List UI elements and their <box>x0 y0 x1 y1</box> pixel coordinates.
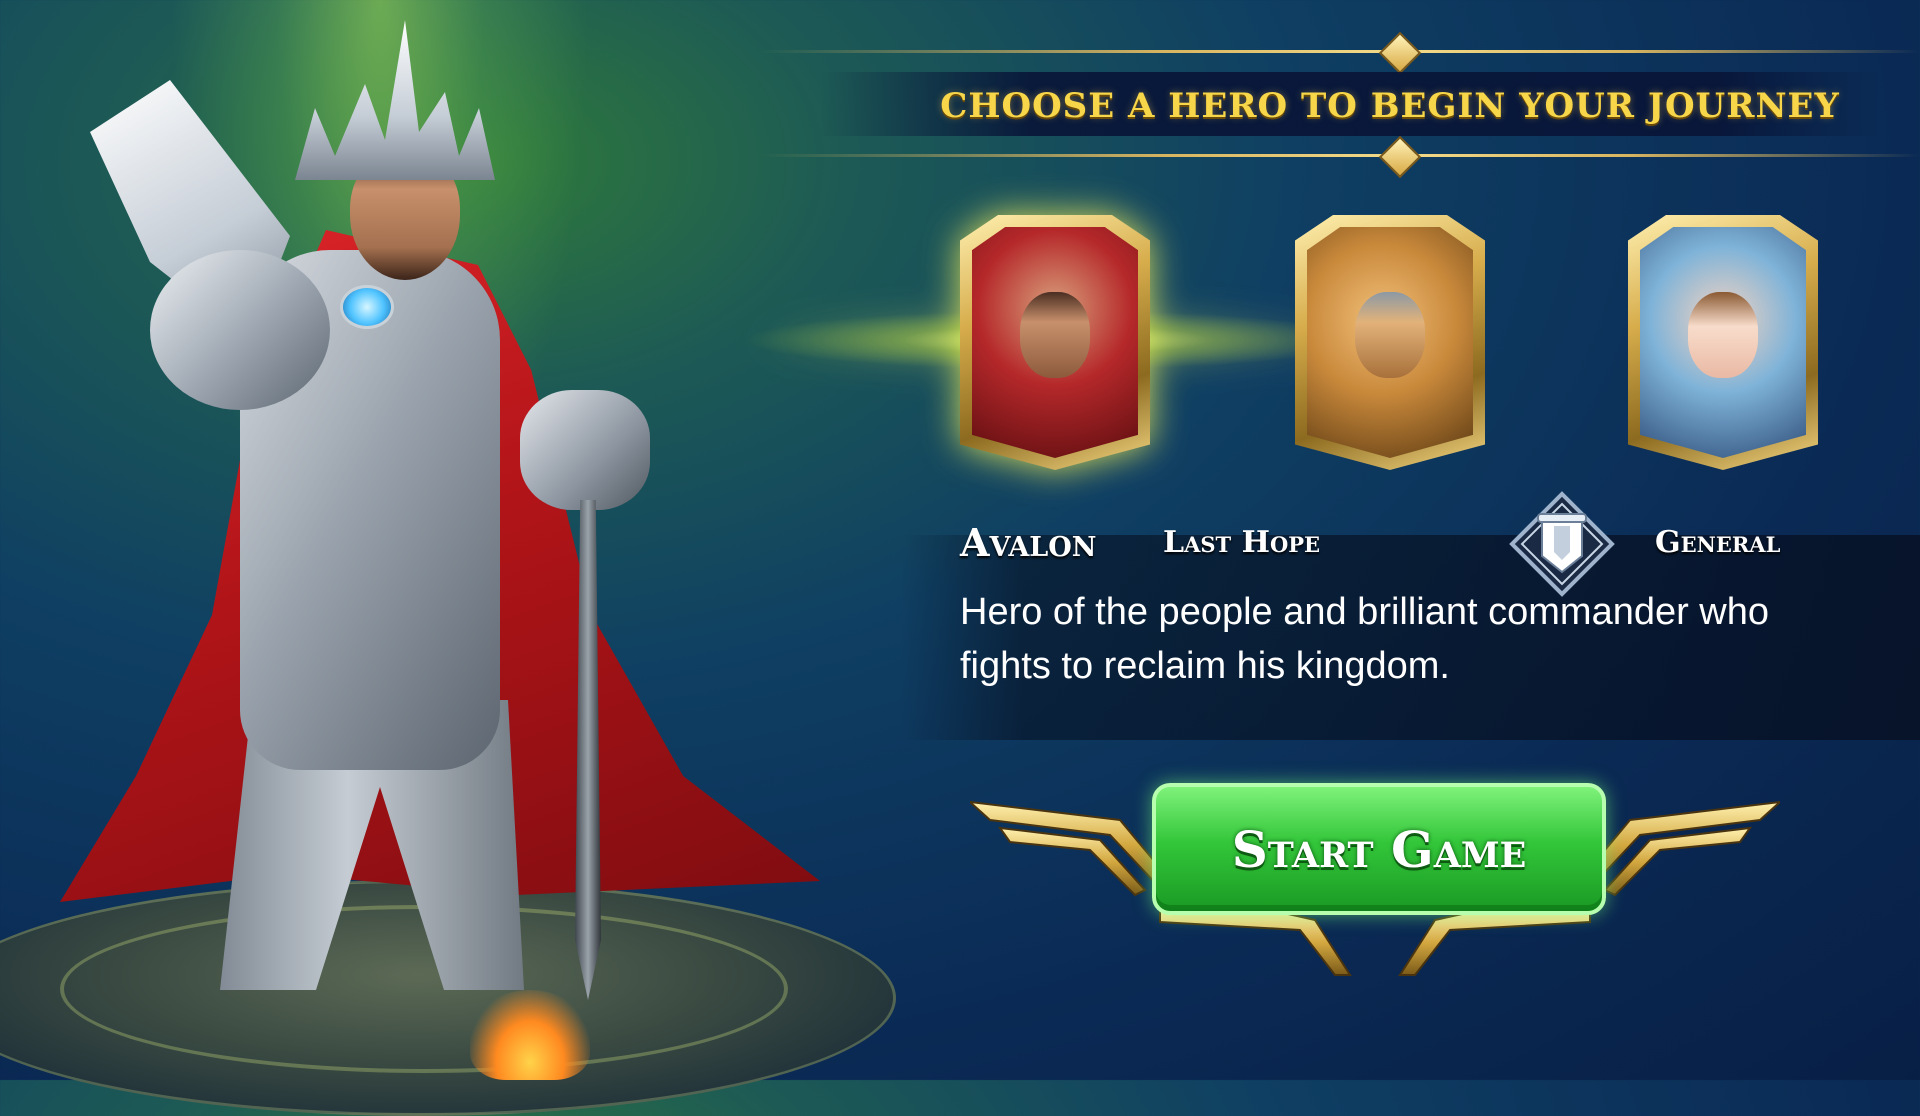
hero-class-label: General <box>1655 525 1781 560</box>
hero-gauntlet <box>520 390 650 510</box>
start-game-label: Start Game <box>1231 819 1527 879</box>
hero-portrait-avalon[interactable] <box>740 215 1370 470</box>
title-banner: CHOOSE A HERO TO BEGIN YOUR JOURNEY <box>760 31 1920 179</box>
hero-description: Hero of the people and brilliant command… <box>960 591 1770 687</box>
banner-bottom-line <box>760 154 1920 157</box>
banner-top-line <box>760 50 1920 53</box>
page-title: CHOOSE A HERO TO BEGIN YOUR JOURNEY <box>940 86 1840 126</box>
portrait-face <box>1020 291 1090 378</box>
portrait-face <box>1355 291 1425 378</box>
hero-shoulder-armor <box>150 250 330 410</box>
hero-portrait-3[interactable] <box>1628 215 1818 470</box>
banner-bottom-ornament <box>1378 135 1422 179</box>
hero-name: Avalon <box>960 520 1097 565</box>
portrait-art <box>1307 227 1473 458</box>
portrait-face <box>1688 291 1758 378</box>
hero-portrait-2[interactable] <box>1295 215 1485 470</box>
shield-banner-icon <box>1509 491 1615 597</box>
start-game-button[interactable]: Start Game <box>1152 783 1606 915</box>
portrait-art <box>972 227 1138 458</box>
banner-top-ornament <box>1378 31 1422 75</box>
portrait-art <box>1640 227 1806 458</box>
hero-crown <box>295 20 495 180</box>
hero-title: Last Hope <box>1163 525 1321 560</box>
hero-gem <box>340 285 394 329</box>
hero-showcase-figure <box>0 0 900 1080</box>
